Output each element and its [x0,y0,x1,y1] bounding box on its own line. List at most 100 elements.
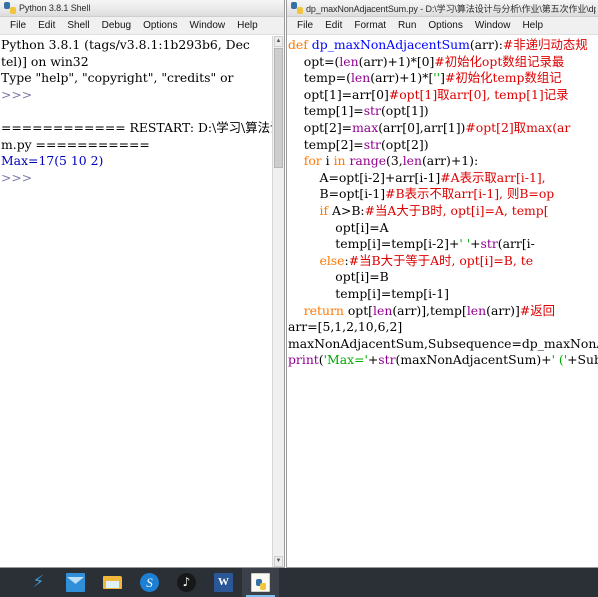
code-token: dp_maxNonAdjacentSum [311,37,470,52]
code-token: temp[1]= [288,103,364,119]
code-token: A=opt[i-2]+arr[i-1] [288,169,441,185]
shell-menu-debug[interactable]: Debug [96,19,137,33]
code-line: B=opt[i-1]#B表示不取arr[i-1], 则B=op [288,186,598,203]
python-icon [4,2,16,14]
code-line: ============ RESTART: D:\学习\算法设计与 [1,120,272,137]
shell-menu-window[interactable]: Window [184,19,232,33]
code-token: #当B大于等于A时, opt[i]=B, te [348,252,534,268]
screen: Python 3.8.1 Shell File Edit Shell Debug… [0,0,598,597]
taskbar-item-python-idle[interactable] [242,568,279,597]
shell-window-title: Python 3.8.1 Shell [19,3,91,13]
python-idle-shell-window[interactable]: Python 3.8.1 Shell File Edit Shell Debug… [0,0,285,568]
windows-taskbar[interactable]: ⚡ S ♪ W [0,568,598,597]
taskbar-item-word[interactable]: W [205,568,242,597]
shell-menu-help[interactable]: Help [231,19,264,33]
code-token: opt[i]=A [288,219,389,235]
code-token: #初始化temp数组记 [444,70,562,86]
code-line: opt[i]=A [288,220,598,237]
scroll-down-arrow-icon[interactable]: ▼ [274,556,283,567]
code-token: 'Max=' [323,352,368,368]
editor-client-area[interactable]: def dp_maxNonAdjacentSum(arr):#非递归动态规 op… [287,35,598,567]
shell-menu-edit[interactable]: Edit [32,19,61,33]
code-line: tel)] on win32 [1,54,272,71]
code-token: +Subs [567,352,598,368]
thunder-download-icon: ⚡ [32,572,45,592]
shell-client-area[interactable]: Python 3.8.1 (tags/v3.8.1:1b293b6, Dec te… [0,35,284,567]
taskbar-item-sogou[interactable]: S [131,568,168,597]
editor-menu-edit[interactable]: Edit [319,19,348,33]
code-token: str [363,103,381,119]
code-line: Type "help", "copyright", "credits" or [1,70,272,87]
code-token: + [470,236,481,252]
code-line: Max=17(5 10 2) [1,153,272,170]
code-token: #初始化opt数组记录最 [434,53,565,69]
editor-source-code[interactable]: def dp_maxNonAdjacentSum(arr):#非递归动态规 op… [287,36,598,567]
code-line: temp[i]=temp[i-2]+' '+str(arr[i- [288,236,598,253]
code-token: >>> [1,169,37,185]
shell-menu-options[interactable]: Options [137,19,183,33]
file-explorer-icon [103,573,122,592]
code-token: opt[2]= [288,119,353,135]
code-token: len [402,153,422,169]
taskbar-item-file-explorer[interactable] [94,568,131,597]
code-line: opt[2]=max(arr[0],arr[1])#opt[2]取max(ar [288,120,598,137]
taskbar-item-music[interactable]: ♪ [168,568,205,597]
code-token: + [367,352,379,368]
code-token: range [349,153,387,169]
shell-vertical-scrollbar[interactable]: ▲ ▼ [272,36,284,567]
code-token: #A表示取arr[i-1], [440,169,546,185]
shell-scrollbar-thumb[interactable] [274,48,283,168]
code-token: opt[1]=arr[0] [288,86,389,102]
code-token: Python 3.8.1 (tags/v3.8.1:1b293b6, Dec [1,37,250,52]
code-token: in [333,153,350,169]
code-token: (arr): [469,37,503,52]
shell-menu-file[interactable]: File [4,19,32,33]
code-token: def [288,37,312,52]
code-line: temp[i]=temp[i-1] [288,286,598,303]
code-token: B=opt[i-1] [288,186,386,202]
code-token: Max=17(5 10 2) [1,153,104,169]
code-line: opt[i]=B [288,269,598,286]
code-token: i [325,153,334,169]
code-line: >>> [1,87,272,104]
code-token: max [352,119,379,135]
code-token: ' ' [459,236,471,252]
code-line: temp[2]=str(opt[2]) [288,137,598,154]
code-token: #B表示不取arr[i-1], 则B=op [385,186,555,202]
taskbar-item-mail[interactable] [57,568,94,597]
editor-menubar[interactable]: File Edit Format Run Options Window Help [287,17,598,35]
python-idle-editor-window[interactable]: dp_maxNonAdjacentSum.py - D:\学习\算法设计与分析\… [286,0,598,568]
code-token: >>> [1,86,37,102]
editor-window-title: dp_maxNonAdjacentSum.py - D:\学习\算法设计与分析\… [306,3,596,14]
editor-menu-options[interactable]: Options [422,19,468,33]
editor-menu-file[interactable]: File [291,19,319,33]
editor-menu-run[interactable]: Run [392,19,422,33]
scroll-up-arrow-icon[interactable]: ▲ [274,36,283,47]
code-token: opt=( [288,53,340,69]
shell-output-text[interactable]: Python 3.8.1 (tags/v3.8.1:1b293b6, Dec te… [0,36,272,567]
editor-titlebar[interactable]: dp_maxNonAdjacentSum.py - D:\学习\算法设计与分析\… [287,0,598,17]
code-token: tel)] on win32 [1,53,89,69]
code-token: temp[i]=temp[i-1] [288,285,449,301]
shell-menubar[interactable]: File Edit Shell Debug Options Window Hel… [0,17,284,35]
shell-menu-shell[interactable]: Shell [61,19,95,33]
code-token: len [339,53,359,69]
code-token: return [288,302,348,318]
code-token: #opt[1]取arr[0], temp[1]记录 [388,86,569,102]
editor-menu-help[interactable]: Help [516,19,549,33]
code-token: opt[i]=B [288,269,389,285]
code-line: >>> [1,170,272,187]
code-token: (arr[0],arr[1]) [378,119,466,135]
code-line: def dp_maxNonAdjacentSum(arr):#非递归动态规 [288,37,598,54]
code-line: maxNonAdjacentSum,Subsequence=dp_maxNonA… [288,336,598,353]
taskbar-item-thunder[interactable]: ⚡ [20,568,57,597]
word-icon: W [214,573,233,592]
editor-menu-format[interactable]: Format [348,19,392,33]
editor-menu-window[interactable]: Window [469,19,517,33]
code-line: A=opt[i-2]+arr[i-1]#A表示取arr[i-1], [288,170,598,187]
shell-titlebar[interactable]: Python 3.8.1 Shell [0,0,284,17]
code-token: #当A大于B时, opt[i]=A, temp[ [364,202,549,218]
code-token: maxNonAdjacentSum,Subsequence=dp_maxNonA… [288,335,598,351]
code-token: arr=[5,1,2,10,6,2] [288,319,403,335]
